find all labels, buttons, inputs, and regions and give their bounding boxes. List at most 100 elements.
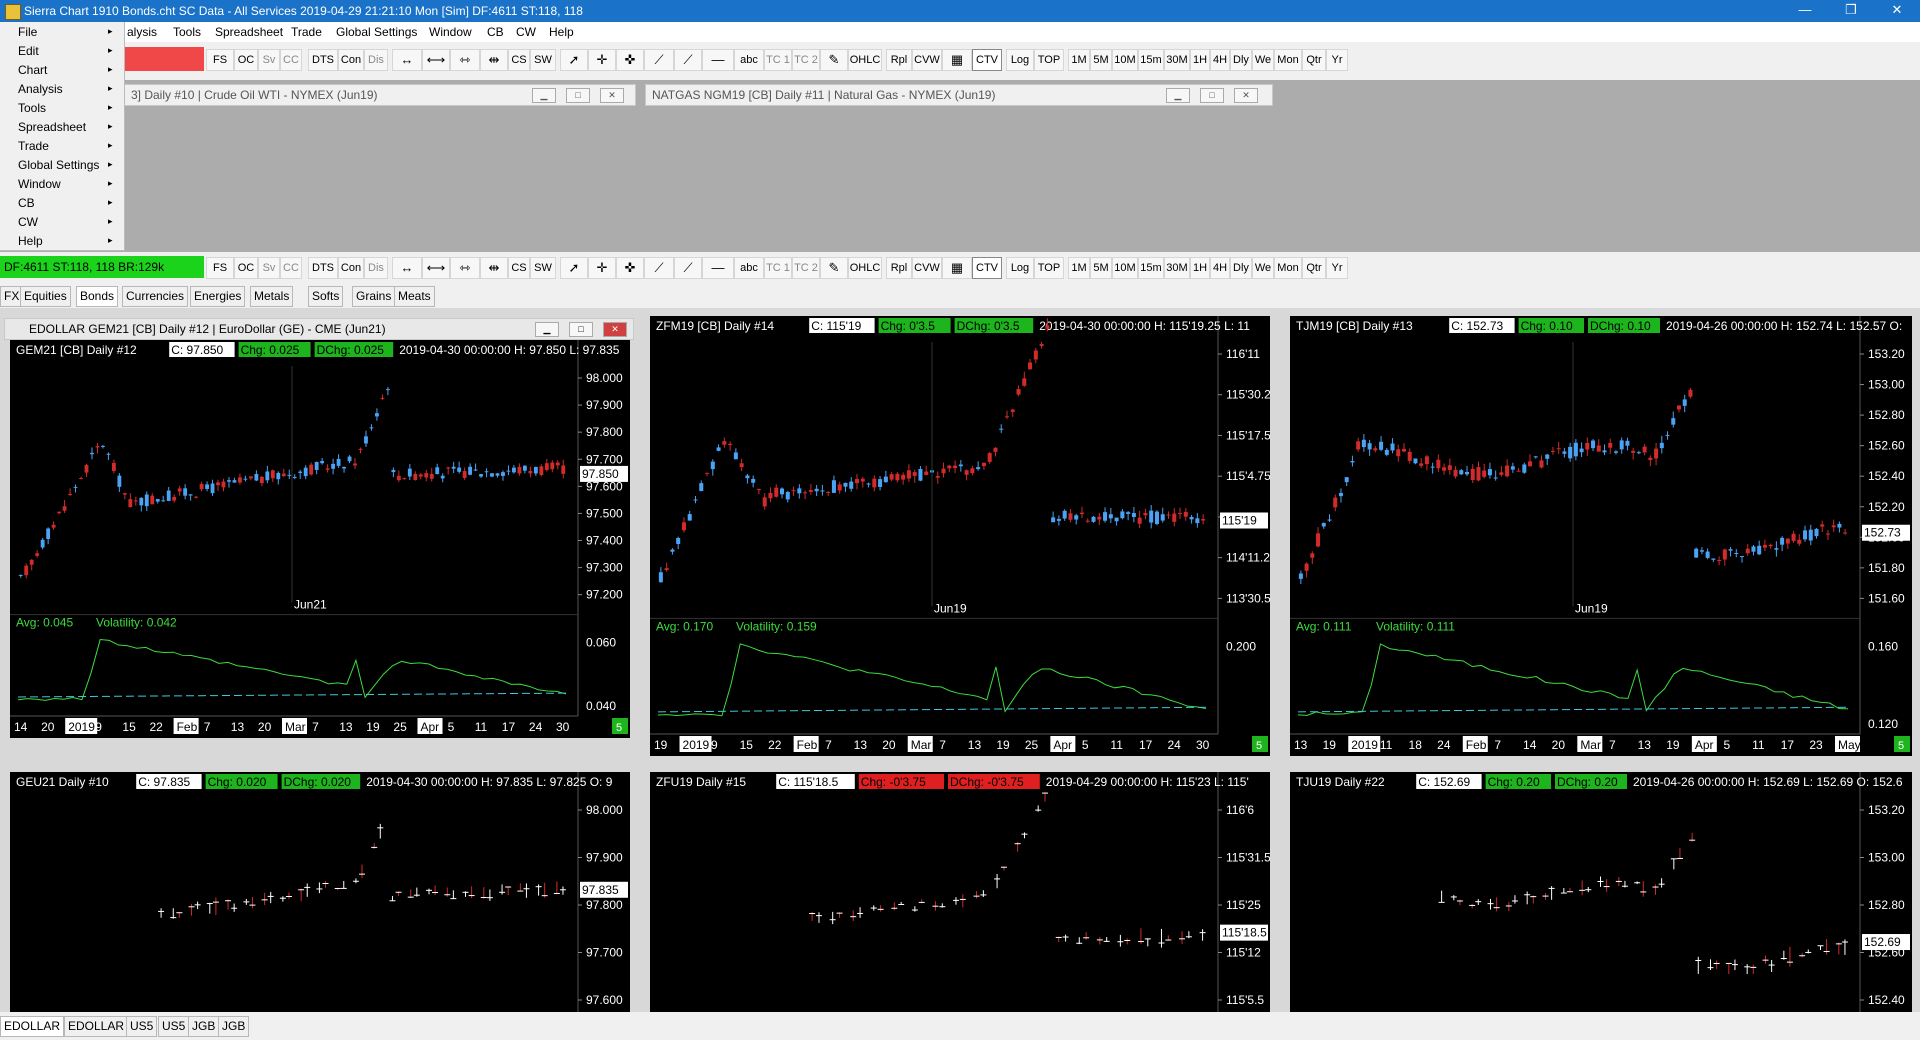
- menu-item-cw[interactable]: CW: [18, 215, 38, 229]
- chart-canvas[interactable]: ZFU19 Daily #15 C: 115'18.5 Chg: -0'3.75 DC…: [650, 772, 1270, 1012]
- toolbar-button-top[interactable]: TOP: [1034, 49, 1064, 71]
- tab-jgb-2[interactable]: JGB: [218, 1016, 250, 1037]
- toolbar-button-10m[interactable]: 10M: [1112, 49, 1138, 71]
- scroll-icon[interactable]: ⇿: [450, 49, 480, 71]
- line-tool-icon[interactable]: ⟋: [644, 49, 674, 71]
- toolbar-button-rpl[interactable]: Rpl: [886, 49, 912, 71]
- menu-item-chart[interactable]: Chart: [18, 63, 47, 77]
- chart-canvas[interactable]: ZFM19 [CB] Daily #14 C: 115'19 Chg: 0'3.5 D…: [650, 316, 1270, 756]
- toolbar-button-oc[interactable]: OC: [234, 49, 258, 71]
- toolbar-button-we[interactable]: We: [1252, 49, 1274, 71]
- restore-button[interactable]: ❐: [1828, 0, 1874, 22]
- menu-analysis[interactable]: alysis: [127, 25, 157, 39]
- toolbar-button-1h[interactable]: 1H: [1190, 49, 1210, 71]
- toolbar-button-log[interactable]: Log: [1006, 257, 1034, 279]
- toolbar-button-con[interactable]: Con: [338, 257, 364, 279]
- toolbar-button-dis[interactable]: Dis: [364, 49, 388, 71]
- tab-jgb[interactable]: JGB: [188, 1016, 220, 1037]
- cross-cursor-icon[interactable]: ✜: [616, 257, 644, 279]
- menu-item-cb[interactable]: CB: [18, 196, 35, 210]
- line-tool-icon[interactable]: ⟋: [674, 257, 702, 279]
- pointer-icon[interactable]: ➚: [560, 49, 588, 71]
- toolbar-button-ctv[interactable]: CTV: [972, 49, 1002, 71]
- grid-tool-icon[interactable]: ▦: [942, 257, 972, 279]
- toolbar-button-15m[interactable]: 15m: [1138, 49, 1164, 71]
- tab-grains[interactable]: Grains: [352, 286, 396, 307]
- menu-cw[interactable]: CW: [516, 25, 536, 39]
- toolbar-button-dly[interactable]: Dly: [1230, 49, 1252, 71]
- crosshair-icon[interactable]: ✛: [588, 49, 616, 71]
- chart-tjm19[interactable]: TJM19 [CB] Daily #13 C: 152.73 Chg: 0.10 DC…: [1290, 316, 1912, 756]
- toolbar-button-30m[interactable]: 30M: [1164, 257, 1190, 279]
- toolbar-button-top[interactable]: TOP: [1034, 257, 1064, 279]
- toolbar-button-sv[interactable]: Sv: [258, 257, 280, 279]
- grid-tool-icon[interactable]: ▦: [942, 49, 972, 71]
- close-icon[interactable]: ✕: [600, 88, 624, 103]
- menu-item-tools[interactable]: Tools: [18, 101, 46, 115]
- toolbar-button-dts[interactable]: DTS: [308, 49, 338, 71]
- toolbar-button-1m[interactable]: 1M: [1068, 257, 1090, 279]
- toolbar-button-1h[interactable]: 1H: [1190, 257, 1210, 279]
- toolbar-button-dly[interactable]: Dly: [1230, 257, 1252, 279]
- menu-item-global-settings[interactable]: Global Settings: [18, 158, 99, 172]
- scroll-icon[interactable]: ⇿: [450, 257, 480, 279]
- toolbar-button-fs[interactable]: FS: [206, 49, 234, 71]
- toolbar-button-tc2[interactable]: TC 2: [792, 257, 820, 279]
- line-tool-icon[interactable]: ⟋: [644, 257, 674, 279]
- tab-meats[interactable]: Meats: [394, 286, 435, 307]
- tab-edollar[interactable]: EDOLLAR: [0, 1016, 65, 1037]
- toolbar-button-log[interactable]: Log: [1006, 49, 1034, 71]
- menu-item-file[interactable]: File: [18, 25, 37, 39]
- menu-spreadsheet[interactable]: Spreadsheet: [215, 25, 283, 39]
- minimize-button[interactable]: —: [1782, 0, 1828, 22]
- maximize-icon[interactable]: □: [566, 88, 590, 103]
- toolbar-button-cc[interactable]: CC: [280, 257, 302, 279]
- menu-item-window[interactable]: Window: [18, 177, 61, 191]
- toolbar-button-cc[interactable]: CC: [280, 49, 302, 71]
- toolbar-button-qtr[interactable]: Qtr: [1302, 49, 1326, 71]
- horizontal-line-icon[interactable]: —: [702, 49, 734, 71]
- close-icon[interactable]: ✕: [603, 322, 627, 337]
- menu-global-settings[interactable]: Global Settings: [336, 25, 417, 39]
- toolbar-button-sw[interactable]: SW: [530, 257, 556, 279]
- toolbar-button-qtr[interactable]: Qtr: [1302, 257, 1326, 279]
- toolbar-button-dts[interactable]: DTS: [308, 257, 338, 279]
- toolbar-button-yr[interactable]: Yr: [1326, 257, 1348, 279]
- maximize-icon[interactable]: □: [569, 322, 593, 337]
- toolbar-button-sw[interactable]: SW: [530, 49, 556, 71]
- toolbar-button-5m[interactable]: 5M: [1090, 257, 1112, 279]
- expand-width-icon[interactable]: ⟷: [422, 257, 450, 279]
- toolbar-button-5m[interactable]: 5M: [1090, 49, 1112, 71]
- menu-tools[interactable]: Tools: [173, 25, 201, 39]
- toolbar-button-4h[interactable]: 4H: [1210, 49, 1230, 71]
- toolbar-button-mon[interactable]: Mon: [1274, 49, 1302, 71]
- toolbar-button-tc2[interactable]: TC 2: [792, 49, 820, 71]
- toolbar-button-15m[interactable]: 15m: [1138, 257, 1164, 279]
- move-left-right-icon[interactable]: ↔: [392, 257, 422, 279]
- menu-help[interactable]: Help: [549, 25, 574, 39]
- menu-item-edit[interactable]: Edit: [18, 44, 39, 58]
- toolbar-button-fs[interactable]: FS: [206, 257, 234, 279]
- close-icon[interactable]: ✕: [1234, 88, 1258, 103]
- toolbar-button-yr[interactable]: Yr: [1326, 49, 1348, 71]
- toolbar-button-ctv[interactable]: CTV: [972, 257, 1002, 279]
- tab-equities[interactable]: Equities: [20, 286, 71, 307]
- toolbar-button-rpl[interactable]: Rpl: [886, 257, 912, 279]
- tab-bonds[interactable]: Bonds: [76, 286, 119, 307]
- toolbar-button-tc1[interactable]: TC 1: [764, 257, 792, 279]
- move-left-right-icon[interactable]: ↔: [392, 49, 422, 71]
- toolbar-button-abc[interactable]: abc: [734, 49, 764, 71]
- menu-cb[interactable]: CB: [487, 25, 504, 39]
- toolbar-button-cvw[interactable]: CVW: [912, 49, 942, 71]
- toolbar-button-30m[interactable]: 30M: [1164, 49, 1190, 71]
- toolbar-button-dis[interactable]: Dis: [364, 257, 388, 279]
- pointer-icon[interactable]: ➚: [560, 257, 588, 279]
- compress-icon[interactable]: ⇹: [480, 257, 508, 279]
- chart-zfm19[interactable]: ZFM19 [CB] Daily #14 C: 115'19 Chg: 0'3.5 D…: [650, 316, 1270, 756]
- tab-softs[interactable]: Softs: [308, 286, 344, 307]
- minimize-icon[interactable]: ▁: [1166, 88, 1190, 103]
- toolbar-button-cs[interactable]: CS: [508, 257, 530, 279]
- toolbar-button-ohlc[interactable]: OHLC: [848, 257, 882, 279]
- toolbar-button-con[interactable]: Con: [338, 49, 364, 71]
- chart-canvas[interactable]: GEM21 [CB] Daily #12 C: 97.850 Chg: 0.025 D…: [10, 340, 630, 738]
